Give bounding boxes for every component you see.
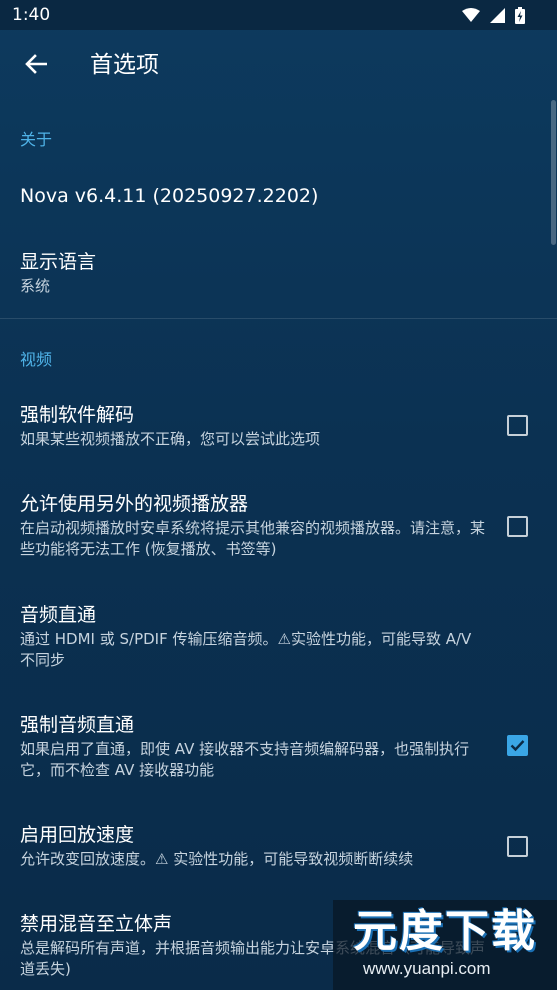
pref-summary: 允许改变回放速度。⚠ 实验性功能，可能导致视频断断续续 [20, 850, 414, 868]
pref-title: 启用回放速度 [20, 824, 135, 846]
checkbox-force-software-decoding[interactable] [507, 415, 528, 436]
section-divider [0, 318, 557, 319]
watermark-logo: 元度下载 [353, 906, 537, 957]
pref-summary: 在启动视频播放时安卓系统将提示其他兼容的视频播放器。请注意，某些功能将无法工作 … [20, 519, 486, 558]
pref-summary: 如果某些视频播放不正确，您可以尝试此选项 [20, 430, 321, 448]
pref-summary: 如果启用了直通，即使 AV 接收器不支持音频编解码器，也强制执行它，而不检查 A… [20, 740, 470, 779]
pref-title: 显示语言 [20, 251, 97, 273]
page-title: 首选项 [90, 52, 159, 78]
app-bar: 首选项 [0, 30, 557, 100]
pref-summary: 系统 [20, 277, 51, 295]
arrow-left-icon [25, 54, 47, 74]
checkbox-playback-speed[interactable] [507, 836, 528, 857]
pref-title: 音频直通 [20, 604, 97, 626]
pref-title: 强制音频直通 [20, 714, 135, 736]
version-text: Nova v6.4.11 (20250927.2202) [20, 185, 319, 207]
section-header-video: 视频 [20, 350, 53, 369]
checkbox-force-audio-passthrough[interactable] [507, 735, 528, 756]
battery-icon [515, 6, 525, 24]
pref-title: 禁用混音至立体声 [20, 913, 173, 935]
pref-title: 允许使用另外的视频播放器 [20, 493, 249, 515]
pref-summary: 通过 HDMI 或 S/PDIF 传输压缩音频。⚠实验性功能，可能导致 A/V … [20, 630, 472, 669]
checkbox-allow-other-player[interactable] [507, 516, 528, 537]
watermark: 元度下载 www.yuanpi.com [333, 900, 557, 990]
status-icons [462, 5, 525, 25]
check-icon [510, 740, 525, 752]
watermark-url: www.yuanpi.com [363, 959, 491, 978]
pref-title: 强制软件解码 [20, 404, 135, 426]
scrollbar-thumb[interactable] [551, 100, 556, 245]
wifi-icon [462, 7, 480, 22]
section-header-about: 关于 [20, 130, 53, 149]
cell-signal-icon [490, 7, 505, 23]
back-button[interactable] [14, 42, 58, 86]
status-time: 1:40 [12, 5, 51, 25]
status-bar: 1:40 [0, 0, 557, 30]
